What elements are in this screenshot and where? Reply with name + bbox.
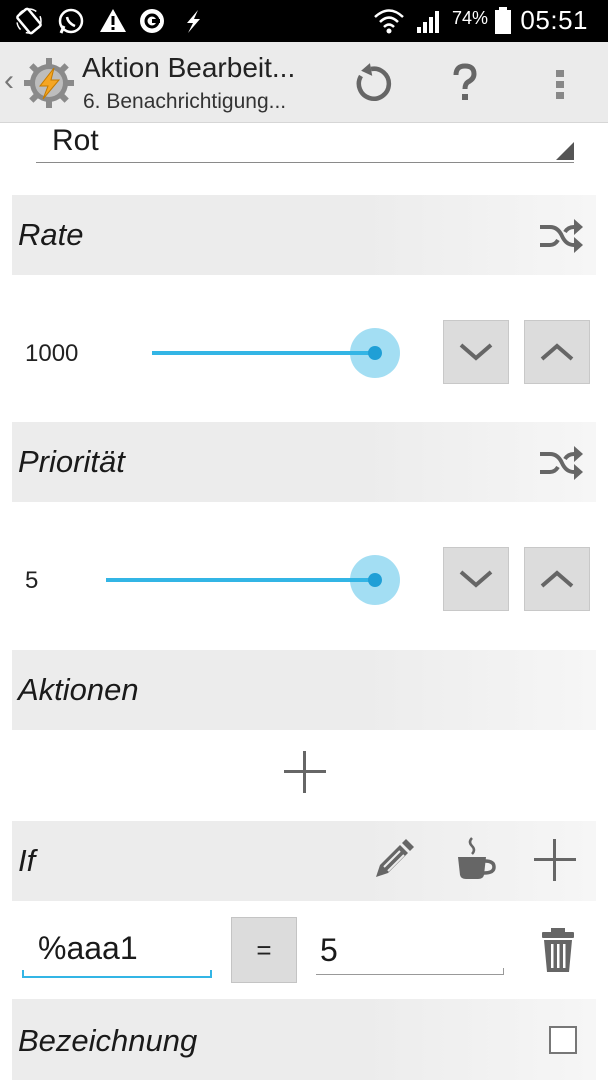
section-title-aktionen: Aktionen: [18, 672, 139, 707]
priority-slider[interactable]: [104, 555, 400, 605]
section-title-rate: Rate: [18, 217, 84, 252]
dropdown-arrow-icon: [556, 142, 574, 160]
section-prioritaet: Priorität: [12, 422, 596, 502]
slider-track: [106, 578, 372, 582]
help-icon: [453, 63, 477, 100]
back-chevron-icon: ‹: [4, 64, 14, 97]
whatsapp-icon: [58, 8, 84, 34]
edit-icon[interactable]: [370, 837, 416, 883]
up-navigation[interactable]: ‹: [0, 42, 80, 122]
page-subtitle: 6. Benachrichtigung...: [83, 90, 287, 113]
condition-left-value: %aaa1: [38, 930, 138, 966]
screen-rotation-icon: [16, 7, 42, 35]
battery-percent: 74%: [452, 8, 489, 28]
color-dropdown[interactable]: Rot: [36, 122, 574, 163]
status-bar: 74% 05:51: [0, 0, 608, 42]
priority-decrement-button[interactable]: [443, 547, 509, 611]
slider-track: [152, 351, 372, 355]
field-underline: [22, 976, 212, 978]
rate-decrement-button[interactable]: [443, 320, 509, 384]
priority-value: 5: [25, 567, 39, 594]
page-title: Aktion Bearbeit...: [82, 52, 296, 83]
section-rate: Rate: [12, 195, 596, 275]
clock: 05:51: [520, 5, 588, 35]
condition-right-field[interactable]: 5: [316, 920, 506, 982]
dropdown-value: Rot: [52, 124, 99, 157]
overflow-menu-button[interactable]: [532, 56, 588, 112]
plus-icon[interactable]: [532, 837, 578, 883]
coffee-icon[interactable]: [454, 835, 500, 881]
field-underline: [316, 974, 504, 975]
chevron-up-icon: [540, 570, 574, 588]
section-if: If: [12, 821, 596, 901]
battery-icon: [495, 7, 511, 34]
help-button[interactable]: [437, 56, 493, 112]
slider-thumb[interactable]: [350, 328, 400, 378]
signal-icon: [417, 11, 439, 33]
chevron-down-icon: [459, 343, 493, 361]
overflow-menu-icon: [556, 70, 564, 99]
undo-button[interactable]: [343, 56, 399, 112]
section-bezeichnung: Bezeichnung: [12, 999, 596, 1080]
action-bar: ‹ Aktion Bearbeit... 6. Benachrichtigung…: [0, 42, 608, 123]
slider-thumb[interactable]: [350, 555, 400, 605]
rate-value: 1000: [25, 340, 79, 367]
operator-button[interactable]: =: [231, 917, 297, 983]
section-title-bezeichnung: Bezeichnung: [18, 1023, 198, 1058]
wifi-icon: [374, 9, 404, 34]
label-checkbox[interactable]: [549, 1026, 577, 1054]
chevron-up-icon: [540, 343, 574, 361]
condition-left-field[interactable]: %aaa1: [22, 920, 212, 982]
chevron-down-icon: [459, 570, 493, 588]
rate-slider[interactable]: [150, 328, 400, 378]
flash-icon: [187, 10, 200, 33]
sync-icon: [140, 9, 164, 33]
undo-icon: [356, 63, 392, 101]
priority-slider-row: 5: [0, 535, 608, 625]
priority-increment-button[interactable]: [524, 547, 590, 611]
shuffle-icon[interactable]: [538, 213, 584, 259]
add-action-plus-icon[interactable]: [282, 749, 328, 795]
delete-condition-icon[interactable]: [538, 926, 578, 974]
condition-right-value: 5: [320, 932, 338, 968]
rate-increment-button[interactable]: [524, 320, 590, 384]
warning-icon: [100, 9, 126, 32]
rate-slider-row: 1000: [0, 308, 608, 398]
shuffle-icon[interactable]: [538, 440, 584, 486]
section-title-if: If: [18, 843, 36, 878]
tasker-logo-icon: [24, 58, 74, 108]
operator-label: =: [256, 934, 272, 965]
section-title-prioritaet: Priorität: [18, 444, 125, 479]
section-aktionen: Aktionen: [12, 650, 596, 730]
